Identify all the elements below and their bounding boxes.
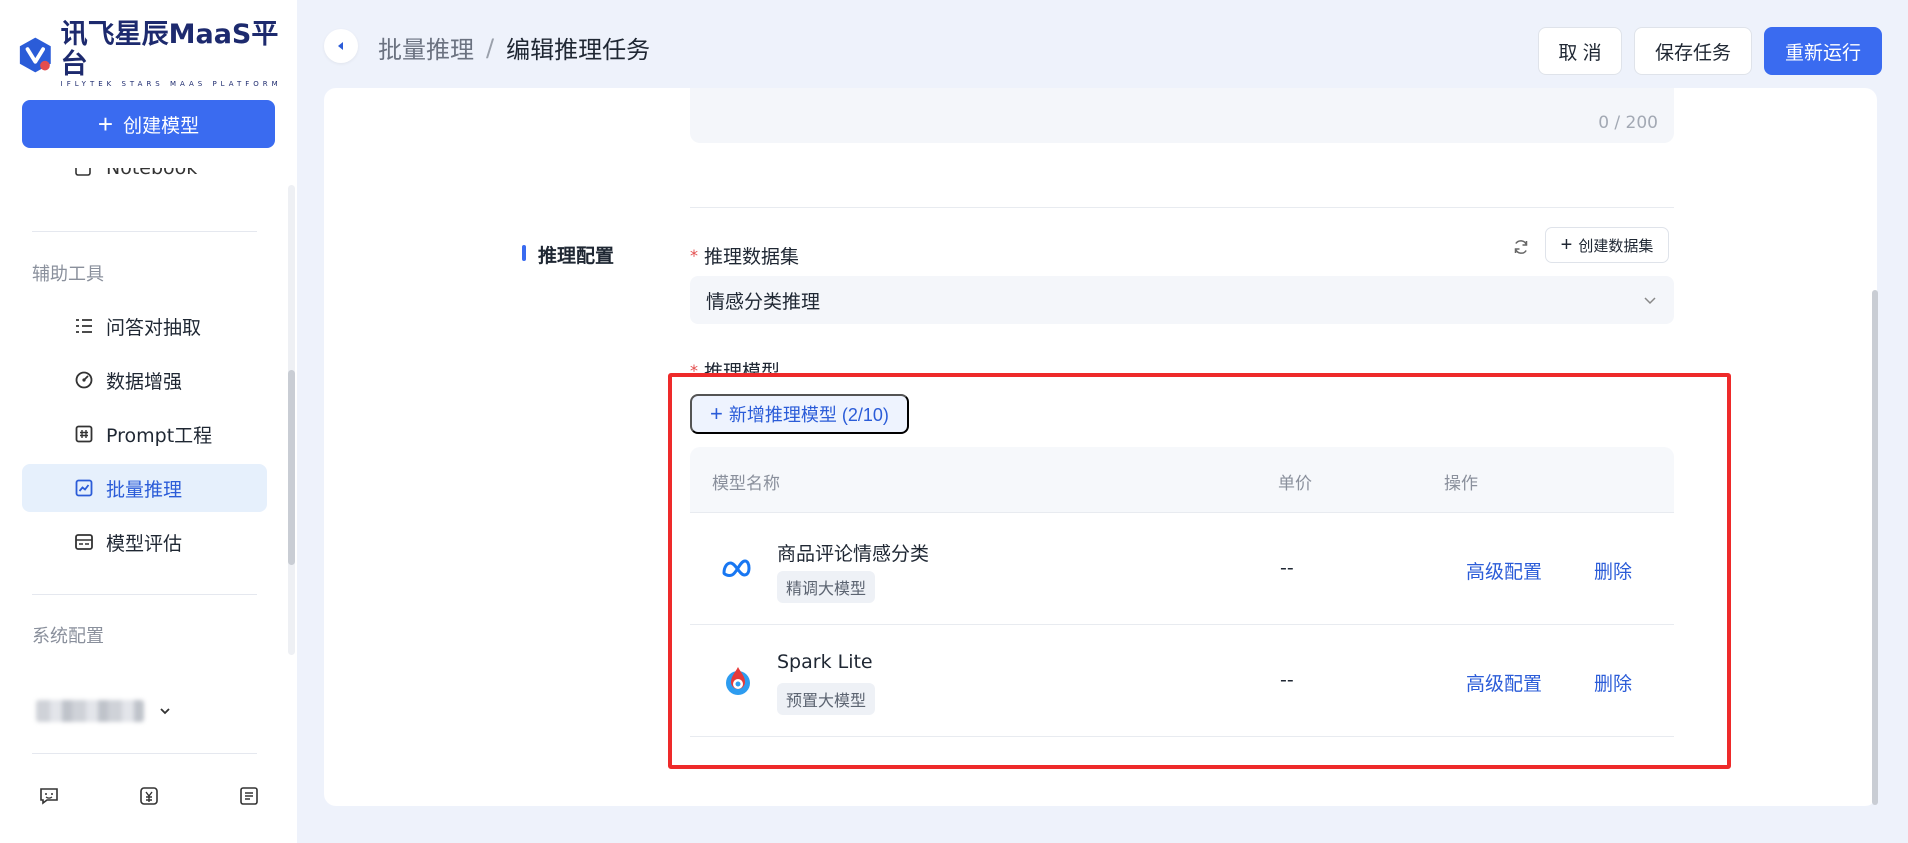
plus-icon: + (97, 109, 114, 139)
logo-icon (19, 37, 51, 72)
create-model-button[interactable]: + 创建模型 (22, 100, 275, 148)
sidebar-item-qa-extract[interactable]: 问答对抽取 (22, 302, 267, 350)
chart-icon (74, 478, 94, 498)
breadcrumb-parent[interactable]: 批量推理 (378, 30, 474, 65)
create-dataset-button[interactable]: + 创建数据集 (1545, 227, 1669, 263)
document-icon[interactable] (238, 785, 260, 807)
section-divider (690, 207, 1674, 208)
cancel-button[interactable]: 取 消 (1538, 27, 1622, 75)
dataset-select-value: 情感分类推理 (706, 290, 821, 313)
save-task-button[interactable]: 保存任务 (1634, 27, 1752, 75)
sidebar: 讯飞星辰MaaS平台 IFLYTEK STARS MAAS PLATFORM +… (0, 0, 297, 843)
enhance-icon (74, 370, 94, 390)
sidebar-footer (38, 785, 260, 807)
char-counter: 0 / 200 (1598, 113, 1658, 133)
user-menu[interactable] (36, 700, 172, 722)
billing-icon[interactable] (138, 785, 160, 807)
breadcrumb: 批量推理 / 编辑推理任务 (378, 30, 650, 65)
list-icon (74, 316, 94, 336)
section-marker (522, 245, 526, 261)
sidebar-item-model-eval[interactable]: 模型评估 (22, 518, 267, 566)
description-textarea[interactable]: 0 / 200 (690, 88, 1674, 143)
avatar (36, 700, 144, 722)
notebook-icon (75, 168, 91, 176)
plus-icon: + (1560, 233, 1573, 256)
page-title: 编辑推理任务 (506, 36, 651, 64)
rerun-button[interactable]: 重新运行 (1764, 27, 1882, 75)
sidebar-divider (32, 231, 257, 232)
breadcrumb-separator: / (486, 33, 495, 62)
sidebar-scroll-thumb[interactable] (288, 370, 295, 565)
required-asterisk: * (690, 246, 698, 265)
group-title-system: 系统配置 (32, 626, 104, 647)
section-title-inference-config: 推理配置 (538, 245, 615, 267)
logo-subtitle: IFLYTEK STARS MAAS PLATFORM (60, 80, 282, 88)
chevron-down-icon (160, 708, 170, 715)
sidebar-item-notebook[interactable]: Notebook (74, 168, 224, 186)
refresh-icon[interactable] (1511, 237, 1531, 257)
highlight-annotation-box (668, 373, 1731, 769)
back-button[interactable] (324, 29, 358, 63)
sidebar-divider (32, 594, 257, 595)
evaluate-icon (74, 532, 94, 552)
caret-left-icon (338, 42, 343, 50)
dataset-select[interactable]: 情感分类推理 (690, 276, 1674, 324)
create-model-label: 创建模型 (123, 115, 200, 137)
sidebar-item-prompt[interactable]: Prompt工程 (22, 410, 267, 458)
chevron-down-icon (1644, 297, 1656, 305)
dataset-label: * 推理数据集 (690, 246, 800, 268)
logo[interactable]: 讯飞星辰MaaS平台 IFLYTEK STARS MAAS PLATFORM (16, 20, 297, 89)
group-title-tools: 辅助工具 (32, 264, 104, 285)
sidebar-divider (32, 753, 257, 754)
prompt-icon (74, 424, 94, 444)
logo-title: 讯飞星辰MaaS平台 (60, 19, 279, 80)
main-scrollbar[interactable] (1872, 290, 1878, 805)
sidebar-item-batch-inference[interactable]: 批量推理 (22, 464, 267, 512)
sidebar-item-data-enhance[interactable]: 数据增强 (22, 356, 267, 404)
feedback-icon[interactable] (38, 785, 60, 807)
